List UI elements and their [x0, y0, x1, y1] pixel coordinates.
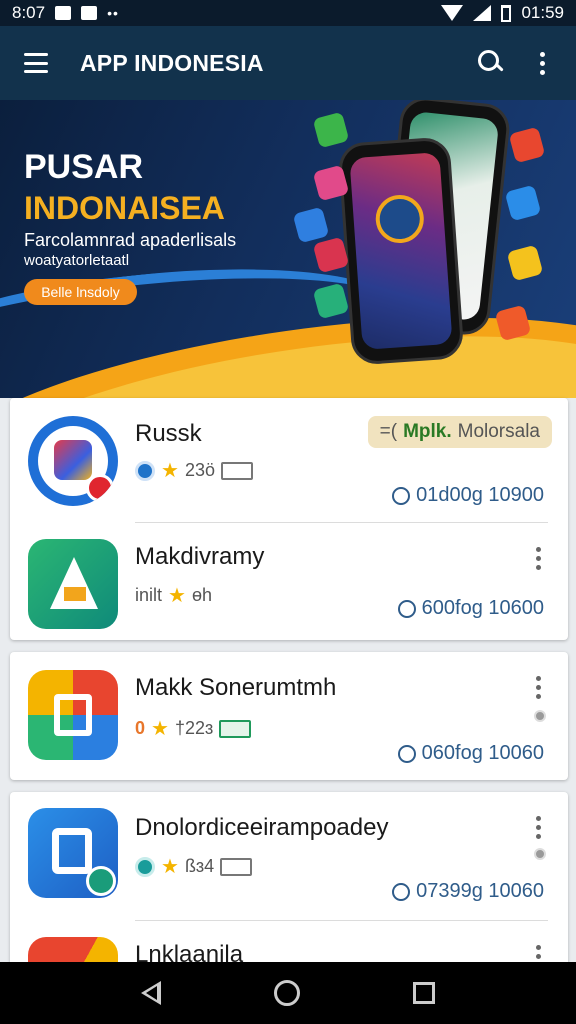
app-title: APP INDONESIA: [80, 49, 264, 76]
app-icon-makdivramy: [28, 539, 118, 629]
back-icon[interactable]: [140, 981, 161, 1005]
more-notifications-icon: ••: [107, 5, 119, 21]
app-icon-share: [504, 184, 542, 222]
app-icon-dnolor: [28, 808, 118, 898]
label-icon: [220, 857, 253, 876]
app-icon-blue: [292, 206, 330, 244]
app-meta: inilt ★ ɵh: [135, 583, 212, 608]
app-name: Makk Sonerumtmh: [135, 674, 337, 701]
status-dot: [534, 710, 546, 722]
phone-illustration-front: [337, 136, 465, 366]
home-icon[interactable]: [273, 980, 300, 1006]
banner-button[interactable]: Belle lnsdoly: [24, 279, 137, 305]
rating-prefix: 0: [135, 718, 146, 738]
app-meta: ★ ßɜ4: [135, 854, 253, 879]
app-icon-yellow: [506, 244, 544, 282]
banner-title-line2: INDONAISEA: [24, 190, 225, 226]
download-icon: [392, 486, 411, 505]
category-tag[interactable]: =( Mplk. Molorsala: [367, 416, 552, 448]
banner-subtitle-line2: woatyatorletaatl: [24, 252, 130, 269]
verified-icon: [135, 460, 155, 481]
star-icon: ★: [168, 585, 186, 607]
app-icon-makk: [28, 670, 118, 760]
download-icon: [392, 882, 411, 901]
download-count: 07399g 10060: [392, 880, 544, 903]
app-meta: 0 ★ †22ɜ: [135, 716, 252, 741]
download-count: 600fog 10600: [397, 597, 544, 620]
recents-icon[interactable]: [413, 982, 436, 1004]
battery-icon: [501, 4, 512, 22]
app-logo-icon: [374, 193, 426, 245]
menu-icon[interactable]: [24, 53, 48, 73]
app-rating: 23ö: [184, 460, 215, 480]
app-rating: ßɜ4: [184, 856, 215, 876]
list-item[interactable]: Dnolordiceeirampoadey ★ ßɜ4 07399g 10060: [10, 792, 568, 920]
app-icon-orange: [508, 126, 546, 164]
app-rating: ɵh: [191, 585, 212, 605]
list-item[interactable]: Russk =( Mplk. Molorsala ★ 23ö 01d00g 10…: [10, 398, 568, 522]
promo-banner[interactable]: PUSAR INDONAISEA Farcolamnrad apaderlisa…: [0, 100, 576, 398]
more-vert-icon[interactable]: [540, 51, 546, 75]
app-icon-russk: [28, 416, 118, 506]
status-bar: 8:07 •• 01:59: [0, 0, 576, 26]
download-icon: [397, 599, 416, 618]
more-vert-icon[interactable]: [536, 547, 542, 570]
status-clock: 01:59: [521, 3, 564, 22]
app-list-card: Makk Sonerumtmh 0 ★ †22ɜ 060fog 10060: [10, 652, 568, 780]
notification-icon: [55, 6, 72, 20]
app-meta: ★ 23ö: [135, 458, 253, 483]
star-icon: ★: [161, 856, 179, 878]
app-name: Russk: [135, 420, 202, 447]
app-name: Makdivramy: [135, 543, 265, 570]
star-icon: ★: [151, 718, 169, 740]
list-item[interactable]: Makk Sonerumtmh 0 ★ †22ɜ 060fog 10060: [10, 652, 568, 780]
gallery-notification-icon: [81, 6, 98, 20]
status-time: 8:07: [12, 3, 46, 22]
app-list-card: Russk =( Mplk. Molorsala ★ 23ö 01d00g 10…: [10, 398, 568, 640]
app-name: Dnolordiceeirampoadey: [135, 814, 389, 841]
label-icon: [219, 719, 252, 738]
signal-icon: [473, 5, 492, 21]
more-vert-icon[interactable]: [536, 816, 542, 839]
app-bar: APP INDONESIA: [0, 26, 576, 100]
list-item[interactable]: Makdivramy inilt ★ ɵh 600fog 10600: [10, 523, 568, 640]
wifi-icon: [441, 5, 464, 21]
verified-icon: [135, 856, 155, 877]
label-icon: [220, 461, 253, 480]
download-count: 060fog 10060: [397, 742, 544, 765]
app-icon-green: [312, 111, 350, 149]
download-icon: [397, 744, 416, 763]
navigation-bar: [0, 962, 576, 1024]
app-list-card: Dnolordiceeirampoadey ★ ßɜ4 07399g 10060…: [10, 792, 568, 972]
app-info: inilt: [135, 585, 163, 605]
more-vert-icon[interactable]: [536, 676, 542, 699]
search-icon[interactable]: [476, 48, 506, 78]
star-icon: ★: [161, 460, 179, 482]
banner-title-line1: PUSAR: [24, 148, 144, 186]
app-rating: †22ɜ: [174, 718, 214, 738]
banner-subtitle-line1: Farcolamnrad apaderlisals: [24, 230, 237, 250]
status-dot: [534, 848, 546, 860]
download-count: 01d00g 10900: [392, 484, 544, 507]
